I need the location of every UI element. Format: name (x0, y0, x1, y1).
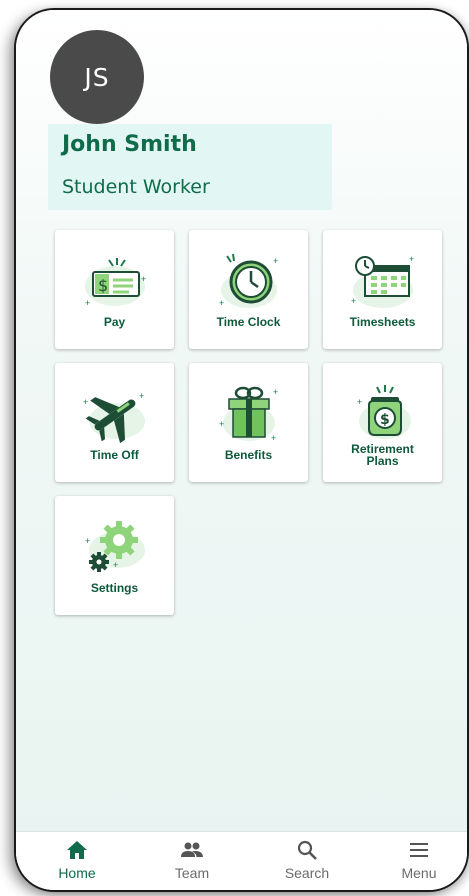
user-name: John Smith (62, 132, 197, 157)
timesheet-calendar-icon: + + (351, 254, 414, 308)
tab-home[interactable]: Home (32, 838, 122, 881)
user-info: John Smith Student Worker (48, 124, 332, 210)
tile-settings[interactable]: + + Settings (55, 496, 174, 615)
user-role: Student Worker (62, 176, 210, 198)
tile-timesheets[interactable]: + + Timesheets (323, 230, 442, 349)
svg-text:+: + (83, 397, 88, 407)
tab-label: Menu (401, 865, 437, 881)
tile-benefits[interactable]: + + + Benefits (189, 363, 308, 482)
home-icon (67, 841, 87, 859)
tab-label: Search (284, 865, 330, 881)
clock-icon: + + (219, 253, 278, 308)
search-icon (297, 840, 317, 860)
svg-text:+: + (273, 256, 278, 266)
tab-search[interactable]: Search (262, 838, 352, 881)
svg-text:+: + (409, 254, 414, 264)
tile-label-text: Retirement Plans (351, 442, 414, 468)
gift-icon: + + + (219, 386, 278, 443)
phone-screen: JS John Smith Student Worker $ + + Pay +… (16, 10, 467, 890)
svg-text:$: $ (98, 276, 108, 295)
svg-text:+: + (351, 296, 356, 306)
tab-team[interactable]: Team (147, 838, 237, 881)
svg-text:+: + (141, 274, 146, 284)
avatar-initials: JS (84, 62, 110, 92)
tile-label: Benefits (224, 448, 273, 462)
svg-text:+: + (139, 391, 144, 401)
tile-label: Settings (90, 581, 139, 595)
pay-check-icon: $ + + (85, 258, 146, 308)
tile-time-off[interactable]: + + Time Off (55, 363, 174, 482)
hamburger-menu-icon (410, 843, 428, 857)
money-jar-icon: $ + (357, 385, 411, 439)
svg-text:+: + (113, 560, 118, 570)
bottom-tab-bar: Home Team Search Menu (16, 831, 467, 890)
tile-label: Timesheets (349, 315, 416, 329)
tab-label: Team (174, 865, 210, 881)
people-icon (181, 842, 203, 857)
tile-retirement-plans[interactable]: $ + Retirement Plans (323, 363, 442, 482)
avatar[interactable]: JS (50, 30, 144, 124)
svg-text:+: + (85, 298, 90, 308)
airplane-icon: + + (83, 391, 145, 444)
svg-text:+: + (357, 397, 362, 407)
tile-label: Pay (103, 315, 126, 329)
gears-icon: + + (85, 521, 145, 572)
tile-pay[interactable]: $ + + Pay (55, 230, 174, 349)
tab-menu[interactable]: Menu (374, 838, 464, 881)
svg-text:+: + (219, 298, 224, 308)
svg-text:$: $ (380, 412, 390, 428)
tile-label: Retirement Plans (327, 443, 438, 467)
svg-text:+: + (271, 433, 276, 443)
svg-text:+: + (219, 419, 224, 429)
tile-label: Time Off (90, 448, 139, 462)
svg-text:+: + (85, 536, 90, 546)
tab-label: Home (58, 865, 96, 881)
tile-time-clock[interactable]: + + Time Clock (189, 230, 308, 349)
svg-text:+: + (273, 387, 278, 397)
tile-label: Time Clock (216, 315, 281, 329)
